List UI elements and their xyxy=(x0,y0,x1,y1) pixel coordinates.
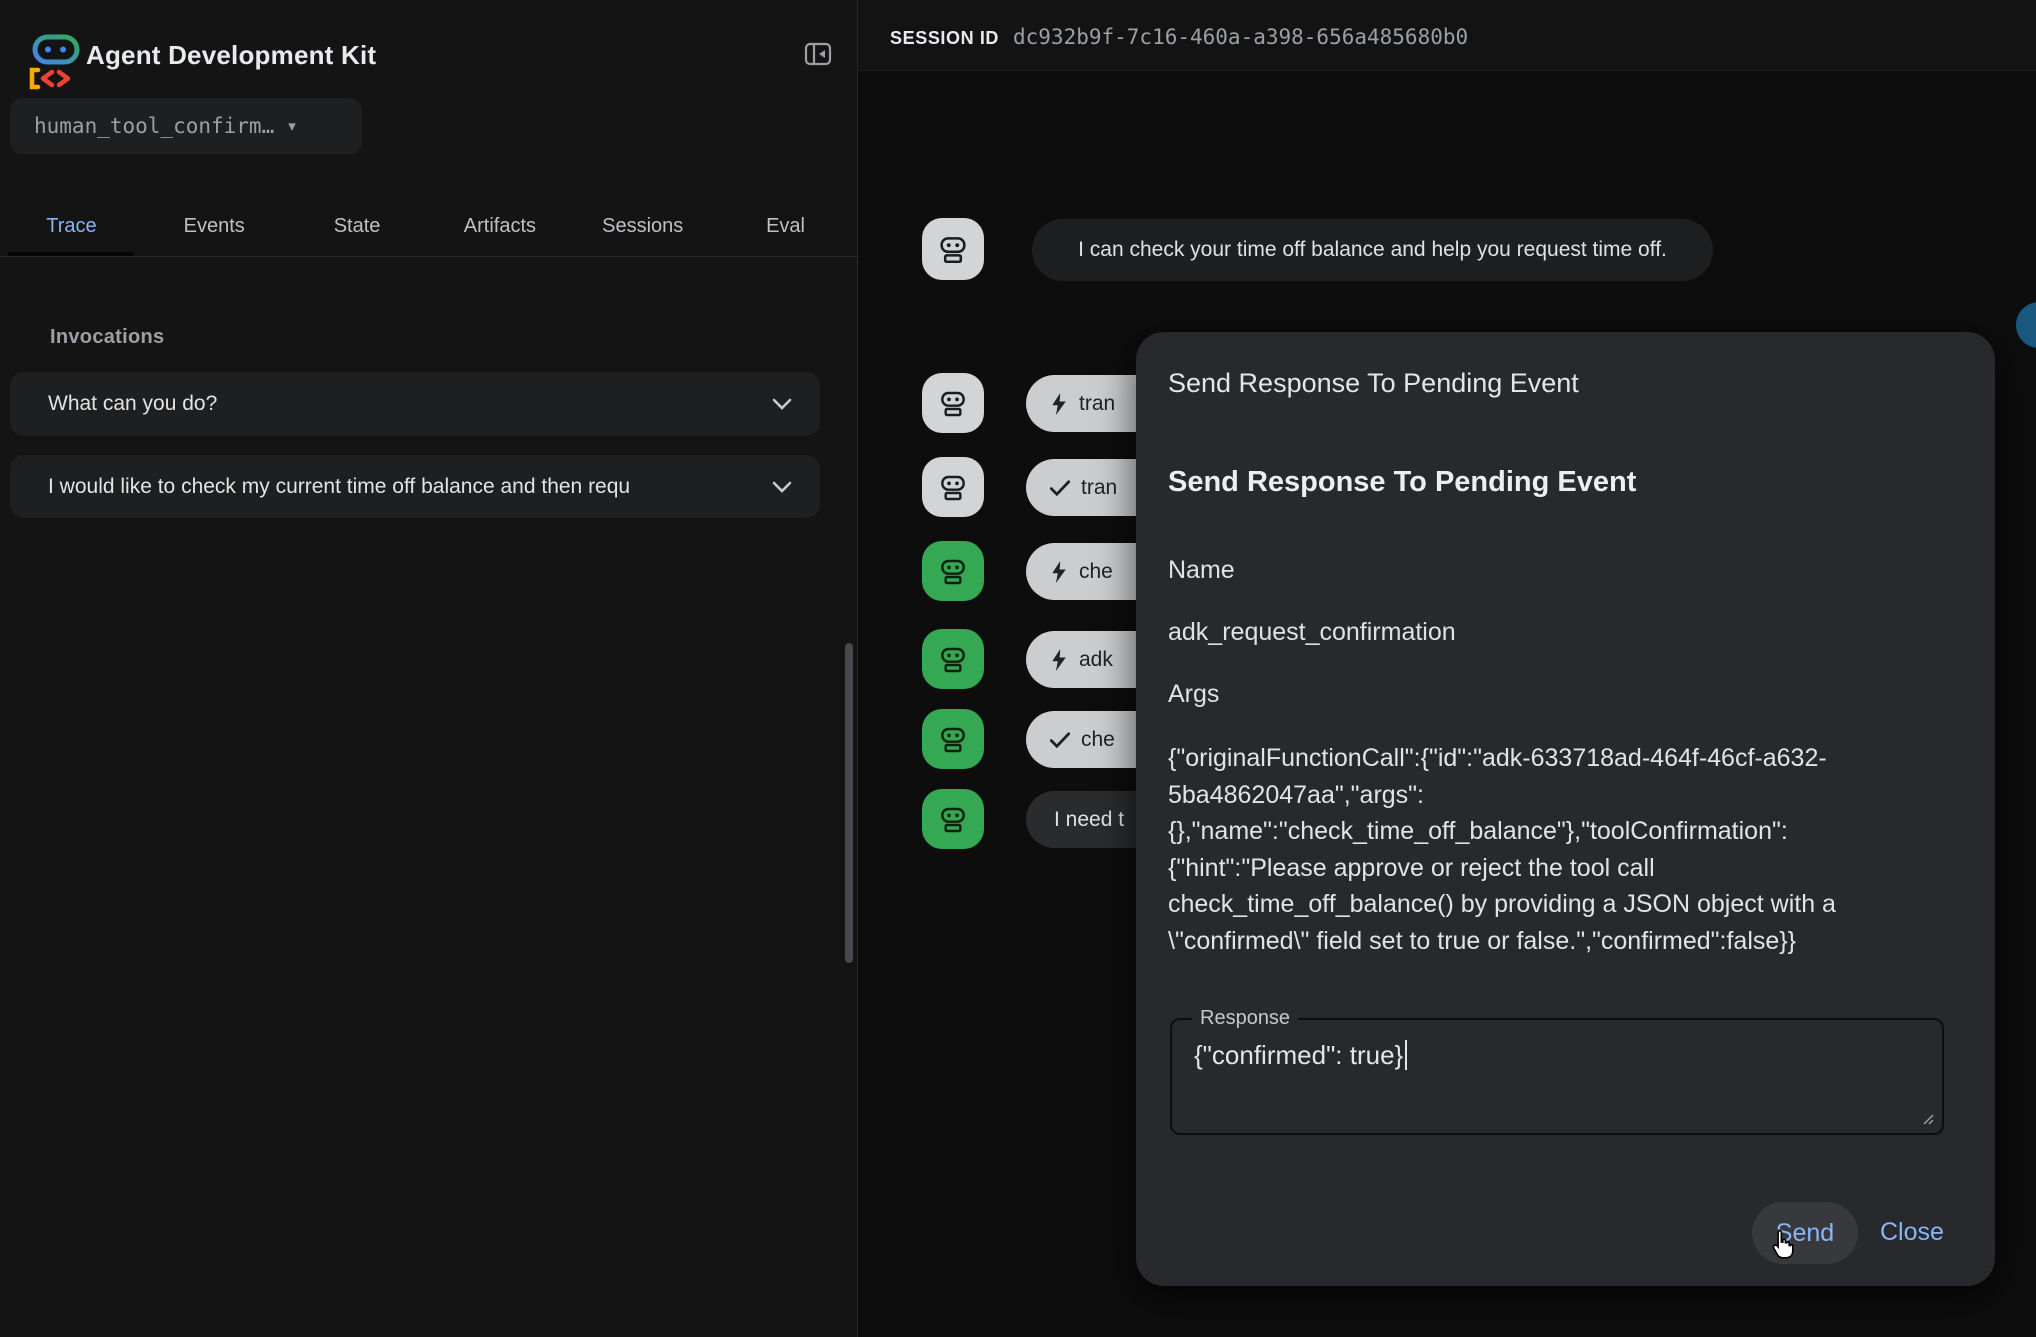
bolt-icon xyxy=(1050,561,1068,583)
send-button-label: Send xyxy=(1776,1219,1834,1248)
invocation-item-2[interactable]: I would like to check my current time of… xyxy=(10,455,820,518)
close-button[interactable]: Close xyxy=(1880,1218,1944,1247)
invocation-text: I would like to check my current time of… xyxy=(48,475,738,499)
check-icon xyxy=(1050,732,1070,748)
bot-avatar xyxy=(922,218,984,280)
tab-bar: Trace Events State Artifacts Sessions Ev… xyxy=(0,196,857,257)
bot-avatar-active xyxy=(922,709,984,769)
bot-avatar xyxy=(922,373,984,433)
collapse-panel-button[interactable] xyxy=(800,36,836,72)
bolt-icon xyxy=(1050,393,1068,415)
response-input-label: Response xyxy=(1192,1007,1298,1030)
tab-events[interactable]: Events xyxy=(143,196,286,256)
robot-icon xyxy=(937,387,969,419)
text-cursor xyxy=(1405,1040,1407,1070)
response-input[interactable]: Response {"confirmed": true} xyxy=(1170,1018,1944,1135)
agent-message-text: I can check your time off balance and he… xyxy=(1052,238,1693,262)
chevron-down-icon: ▾ xyxy=(288,117,296,135)
name-label: Name xyxy=(1168,556,1235,585)
tab-artifacts[interactable]: Artifacts xyxy=(428,196,571,256)
session-id-label: SESSION ID xyxy=(890,28,999,49)
resize-handle-icon[interactable] xyxy=(1920,1111,1934,1125)
robot-icon xyxy=(937,723,969,755)
robot-icon xyxy=(937,803,969,835)
robot-icon xyxy=(937,471,969,503)
collapse-panel-icon xyxy=(803,39,833,69)
invocation-item-1[interactable]: What can you do? xyxy=(10,372,820,436)
tab-eval[interactable]: Eval xyxy=(714,196,857,256)
app-title: Agent Development Kit xyxy=(86,40,376,71)
dialog-title: Send Response To Pending Event xyxy=(1168,368,1579,399)
robot-icon xyxy=(937,555,969,587)
agent-message-text: I need t xyxy=(1054,808,1124,832)
bolt-icon xyxy=(1050,649,1068,671)
event-chip-label: adk xyxy=(1079,648,1113,672)
bot-avatar-active xyxy=(922,541,984,601)
event-chip-label: tran xyxy=(1081,476,1117,500)
agent-select[interactable]: human_tool_confirm… ▾ xyxy=(10,98,362,154)
invocations-heading: Invocations xyxy=(50,326,164,349)
left-panel: Agent Development Kit human_tool_confirm… xyxy=(0,0,858,1337)
name-value: adk_request_confirmation xyxy=(1168,618,1456,647)
tab-state[interactable]: State xyxy=(286,196,429,256)
args-value: {"originalFunctionCall":{"id":"adk-63371… xyxy=(1168,740,1948,959)
active-tab-ink-bar xyxy=(8,252,134,256)
check-icon xyxy=(1050,480,1070,496)
agent-select-value: human_tool_confirm… xyxy=(34,114,274,138)
send-response-dialog: Send Response To Pending Event Send Resp… xyxy=(1136,332,1995,1286)
robot-icon xyxy=(937,643,969,675)
chevron-down-icon[interactable] xyxy=(772,398,792,410)
bot-avatar-active xyxy=(922,629,984,689)
floating-action-button-partial[interactable] xyxy=(2016,302,2036,348)
bot-avatar-active xyxy=(922,789,984,849)
adk-logo-icon xyxy=(28,34,82,92)
event-chip-label: tran xyxy=(1079,392,1115,416)
chevron-down-icon[interactable] xyxy=(772,481,792,493)
dialog-heading: Send Response To Pending Event xyxy=(1168,466,1636,499)
event-chip-label: che xyxy=(1081,728,1115,752)
tab-sessions[interactable]: Sessions xyxy=(571,196,714,256)
invocation-text: What can you do? xyxy=(48,392,738,416)
session-id-value: dc932b9f-7c16-460a-a398-656a485680b0 xyxy=(1013,25,1468,49)
scrollbar-thumb[interactable] xyxy=(845,643,853,963)
tab-trace[interactable]: Trace xyxy=(0,196,143,256)
response-input-value: {"confirmed": true} xyxy=(1194,1040,1407,1071)
event-chip-label: che xyxy=(1079,560,1113,584)
bot-avatar xyxy=(922,457,984,517)
agent-message-bubble: I can check your time off balance and he… xyxy=(1032,219,1713,281)
args-label: Args xyxy=(1168,680,1219,709)
robot-icon xyxy=(936,232,970,266)
send-button[interactable]: Send xyxy=(1752,1202,1858,1264)
